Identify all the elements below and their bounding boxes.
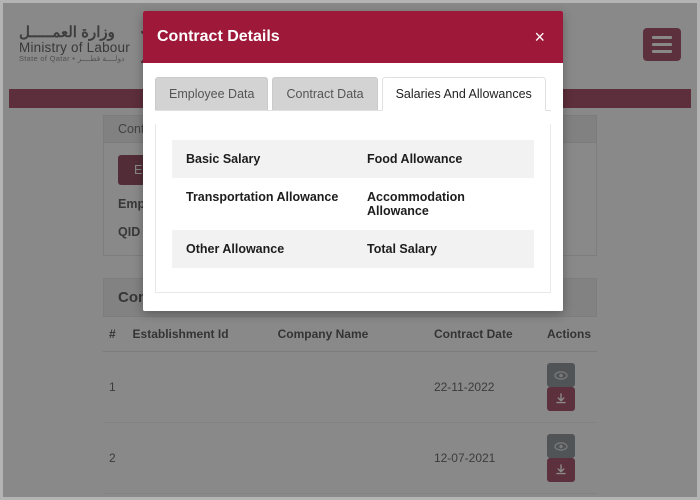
food-allowance-label: Food Allowance bbox=[367, 152, 463, 166]
salaries-table: Basic Salary Food Allowance Transportati… bbox=[172, 140, 534, 268]
close-icon[interactable]: × bbox=[530, 26, 549, 48]
tab-salaries-and-allowances[interactable]: Salaries And Allowances bbox=[381, 77, 546, 111]
modal-tabs: Employee Data Contract Data Salaries And… bbox=[155, 77, 551, 111]
salaries-table-body: Basic Salary Food Allowance Transportati… bbox=[172, 140, 534, 268]
table-row: Other Allowance Total Salary bbox=[172, 230, 534, 268]
basic-salary-label: Basic Salary bbox=[186, 152, 261, 166]
table-row: Basic Salary Food Allowance bbox=[172, 140, 534, 178]
accommodation-allowance-label: Accommodation Allowance bbox=[367, 190, 465, 218]
other-allowance-label: Other Allowance bbox=[186, 242, 285, 256]
table-row: Transportation Allowance Accommodation A… bbox=[172, 178, 534, 230]
app-screen: وزارة العمـــــل Ministry of Labour Stat… bbox=[0, 0, 700, 500]
contract-details-modal: Contract Details × Employee Data Contrac… bbox=[143, 11, 563, 311]
modal-body: Employee Data Contract Data Salaries And… bbox=[143, 63, 563, 311]
salaries-tab-pane: Basic Salary Food Allowance Transportati… bbox=[155, 124, 551, 293]
modal-header: Contract Details × bbox=[143, 11, 563, 63]
transportation-allowance-label: Transportation Allowance bbox=[186, 190, 339, 204]
tab-contract-data[interactable]: Contract Data bbox=[272, 77, 378, 110]
tab-employee-data[interactable]: Employee Data bbox=[155, 77, 269, 110]
total-salary-label: Total Salary bbox=[367, 242, 437, 256]
modal-title: Contract Details bbox=[157, 28, 280, 45]
